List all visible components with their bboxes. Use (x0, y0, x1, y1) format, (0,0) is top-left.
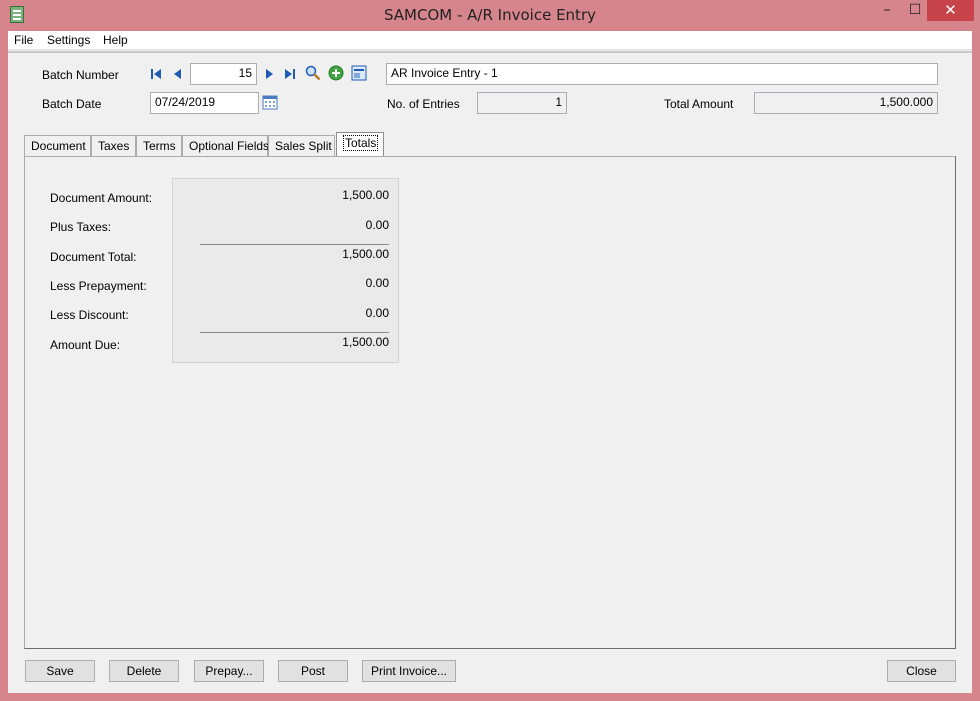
calendar-icon[interactable] (262, 94, 278, 110)
total-rule (200, 332, 389, 333)
title-bar[interactable]: SAMCOM - A/R Invoice Entry – ☐ ✕ (0, 0, 980, 31)
batch-date-label: Batch Date (42, 97, 102, 111)
tab-taxes[interactable]: Taxes (91, 135, 136, 156)
subtotal-rule (200, 244, 389, 245)
less-prepayment-label: Less Prepayment: (50, 279, 147, 293)
document-total-value: 1,500.00 (342, 247, 389, 261)
batch-zoom-icon[interactable] (351, 65, 367, 81)
app-window: SAMCOM - A/R Invoice Entry – ☐ ✕ File Se… (0, 0, 980, 701)
tab-totals[interactable]: Totals (336, 132, 384, 157)
menu-settings[interactable]: Settings (47, 33, 90, 47)
save-button[interactable]: Save (25, 660, 95, 682)
less-discount-label: Less Discount: (50, 308, 129, 322)
document-amount-label: Document Amount: (50, 191, 153, 205)
amount-due-label: Amount Due: (50, 338, 121, 352)
totals-tab-panel (24, 156, 956, 649)
plus-taxes-label: Plus Taxes: (50, 220, 112, 234)
less-discount-value: 0.00 (365, 306, 389, 320)
tab-document[interactable]: Document (24, 135, 91, 156)
first-record-icon[interactable] (148, 66, 164, 82)
new-batch-icon[interactable] (328, 65, 344, 81)
amount-due-value: 1,500.00 (342, 335, 389, 349)
menu-bar: File Settings Help (8, 31, 972, 50)
print-invoice-button[interactable]: Print Invoice... (362, 660, 456, 682)
post-button[interactable]: Post (278, 660, 348, 682)
tab-terms[interactable]: Terms (136, 135, 182, 156)
total-amount-field: 1,500.000 (754, 92, 938, 114)
menu-help[interactable]: Help (103, 33, 128, 47)
delete-button[interactable]: Delete (109, 660, 179, 682)
batch-number-field[interactable]: 15 (190, 63, 257, 85)
plus-taxes-value: 0.00 (365, 218, 389, 232)
tab-sales-split[interactable]: Sales Split (268, 135, 335, 156)
minimize-button[interactable]: – (872, 2, 902, 23)
document-amount-value: 1,500.00 (342, 188, 389, 202)
close-button[interactable]: Close (887, 660, 956, 682)
menu-divider (8, 51, 972, 53)
tab-optional-fields[interactable]: Optional Fields (182, 135, 269, 156)
prepay-button[interactable]: Prepay... (194, 660, 264, 682)
batch-date-field[interactable]: 07/24/2019 (150, 92, 259, 114)
less-prepayment-value: 0.00 (365, 276, 389, 290)
entries-field: 1 (477, 92, 567, 114)
batch-number-label: Batch Number (42, 68, 119, 82)
batch-description-field[interactable]: AR Invoice Entry - 1 (386, 63, 938, 85)
finder-search-icon[interactable] (305, 65, 321, 81)
document-total-label: Document Total: (50, 250, 137, 264)
maximize-button[interactable]: ☐ (900, 2, 930, 23)
window-title: SAMCOM - A/R Invoice Entry (384, 6, 596, 24)
total-amount-label: Total Amount (664, 97, 734, 111)
previous-record-icon[interactable] (170, 66, 186, 82)
client-area: File Settings Help Batch Number 15 AR In (8, 31, 972, 693)
menu-file[interactable]: File (14, 33, 33, 47)
next-record-icon[interactable] (261, 66, 277, 82)
close-window-button[interactable]: ✕ (927, 0, 974, 21)
last-record-icon[interactable] (282, 66, 298, 82)
entries-label: No. of Entries (387, 97, 460, 111)
